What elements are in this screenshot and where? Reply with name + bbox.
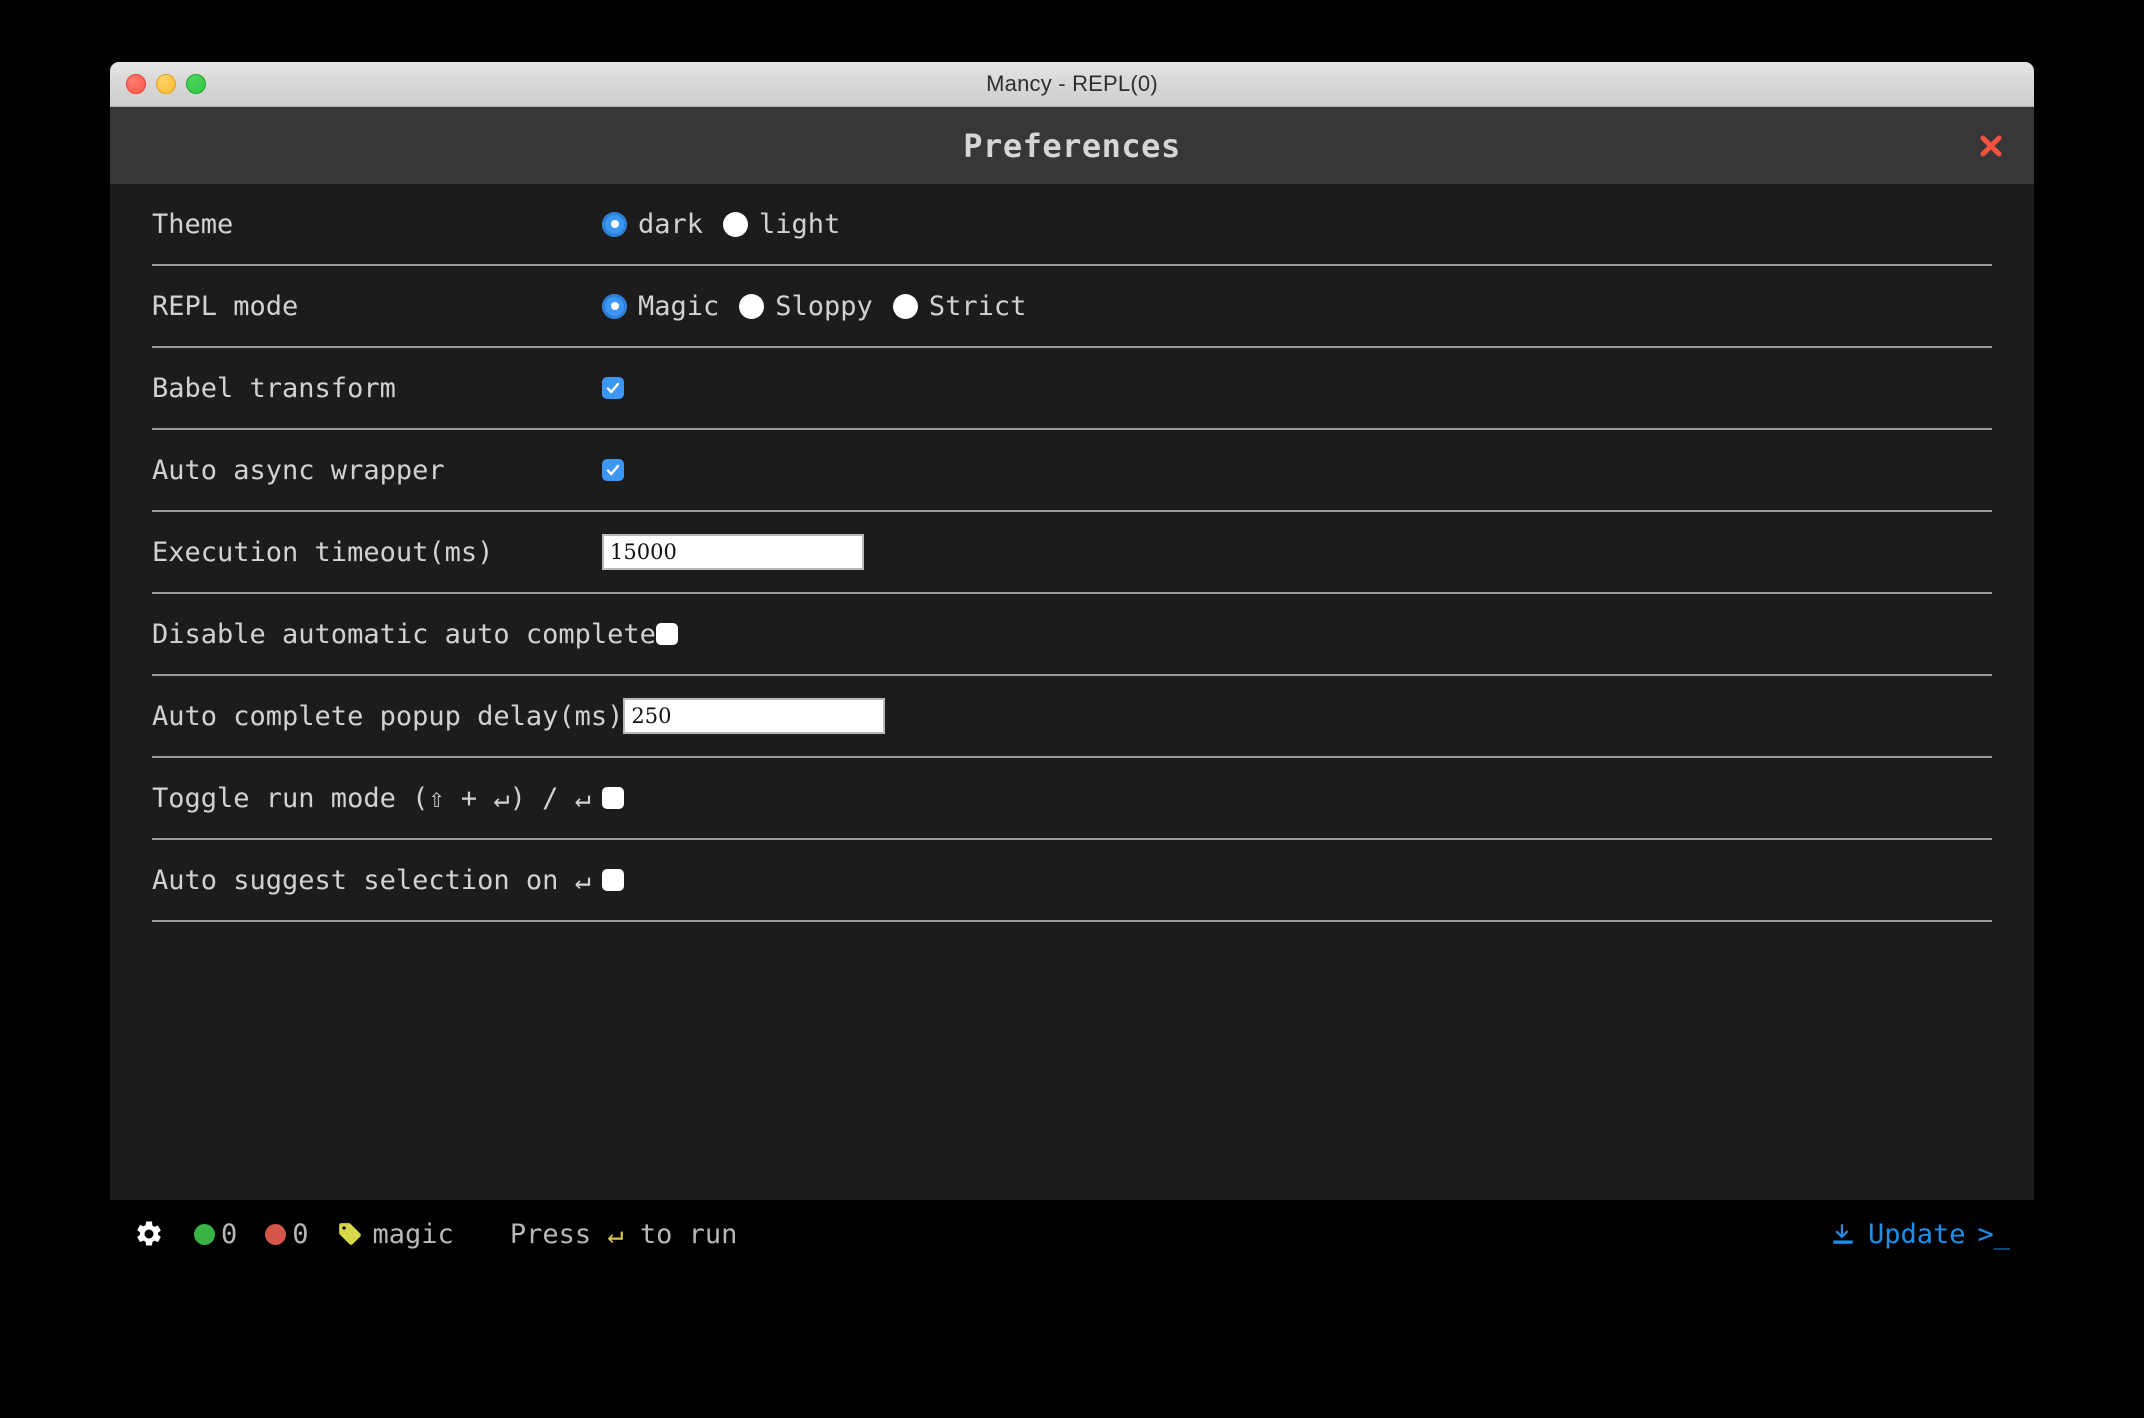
pref-label-toggle-run-mode: Toggle run mode (⇧ + ↵) / ↵ xyxy=(152,782,591,814)
pref-control-auto-async-wrapper xyxy=(602,459,1992,481)
pref-row-toggle-run-mode: Toggle run mode (⇧ + ↵) / ↵ xyxy=(152,758,1992,840)
radio-strict-icon[interactable] xyxy=(892,293,918,319)
settings-button[interactable] xyxy=(134,1219,164,1249)
theme-option-light-label: light xyxy=(759,208,841,240)
pref-control-toggle-run-mode xyxy=(602,787,1992,809)
error-dot-icon xyxy=(265,1223,287,1245)
mode-label: magic xyxy=(372,1218,454,1250)
repl-mode-option-strict[interactable]: Strict xyxy=(892,290,1027,322)
pref-row-auto-suggest-selection: Auto suggest selection on ↵ xyxy=(152,840,1992,922)
run-hint: Press ↵ to run xyxy=(510,1219,738,1250)
pref-row-auto-complete-delay: Auto complete popup delay(ms) xyxy=(152,676,1992,758)
app-window: Mancy - REPL(0) Preferences Theme dark l… xyxy=(110,62,2034,1200)
auto-async-wrapper-checkbox[interactable] xyxy=(602,459,624,481)
check-icon xyxy=(606,464,620,476)
download-icon-svg xyxy=(1833,1224,1853,1244)
radio-magic-icon[interactable] xyxy=(602,293,627,319)
disable-auto-complete-checkbox[interactable] xyxy=(655,623,678,645)
pref-label-auto-async-wrapper: Auto async wrapper xyxy=(152,454,445,486)
pref-label-disable-auto-complete: Disable automatic auto complete xyxy=(152,618,656,650)
status-bar-left: 0 0 magic Press ↵ to run xyxy=(134,1219,737,1250)
theme-radio-group: dark light xyxy=(602,209,840,240)
update-button[interactable]: Update >_ xyxy=(1830,1219,2010,1250)
pref-label-execution-timeout: Execution timeout(ms) xyxy=(152,536,494,568)
page-title: Preferences xyxy=(963,126,1181,165)
run-hint-suffix: to run xyxy=(623,1218,738,1250)
pref-label-babel-transform: Babel transform xyxy=(152,372,396,404)
pref-control-theme: dark light xyxy=(602,209,1992,240)
success-count: 0 xyxy=(221,1218,238,1250)
gear-icon xyxy=(137,1221,161,1246)
pref-row-theme: Theme dark light xyxy=(152,184,1992,266)
check-icon xyxy=(606,382,620,394)
mode-status[interactable]: magic xyxy=(337,1219,510,1250)
tag-icon xyxy=(337,1221,363,1247)
close-window-button[interactable] xyxy=(126,74,146,94)
pref-row-babel-transform: Babel transform xyxy=(152,348,1992,430)
repl-mode-option-sloppy-label: Sloppy xyxy=(775,290,873,322)
pref-row-execution-timeout: Execution timeout(ms) xyxy=(152,512,1992,594)
repl-mode-option-magic[interactable]: Magic xyxy=(602,291,719,322)
auto-complete-delay-input[interactable] xyxy=(623,698,886,734)
zoom-window-button[interactable] xyxy=(186,74,206,94)
error-status: 0 xyxy=(265,1219,336,1250)
os-titlebar: Mancy - REPL(0) xyxy=(110,62,2034,107)
radio-dark-icon[interactable] xyxy=(602,211,627,237)
pref-control-repl-mode: Magic Sloppy Strict xyxy=(602,291,1992,322)
close-icon xyxy=(1980,135,2002,156)
pref-label-auto-complete-delay: Auto complete popup delay(ms) xyxy=(152,700,624,732)
babel-transform-checkbox[interactable] xyxy=(602,377,624,399)
pref-label-auto-suggest-selection: Auto suggest selection on ↵ xyxy=(152,864,591,896)
success-dot-icon xyxy=(194,1223,215,1245)
repl-mode-radio-group: Magic Sloppy Strict xyxy=(602,291,1026,322)
execution-timeout-input[interactable] xyxy=(602,534,864,570)
toggle-run-mode-checkbox[interactable] xyxy=(602,787,624,809)
theme-option-light[interactable]: light xyxy=(723,209,840,240)
pref-label-theme: Theme xyxy=(152,208,234,240)
error-count: 0 xyxy=(292,1218,309,1250)
radio-sloppy-icon[interactable] xyxy=(739,293,765,319)
run-hint-prefix: Press xyxy=(509,1218,608,1250)
download-icon xyxy=(1830,1221,1856,1247)
pref-control-disable-auto-complete xyxy=(655,623,1992,645)
radio-light-icon[interactable] xyxy=(723,211,749,237)
close-preferences-button[interactable] xyxy=(1976,131,2006,161)
pref-control-auto-suggest-selection xyxy=(602,869,1992,891)
repl-mode-option-strict-label: Strict xyxy=(928,290,1027,322)
pref-control-auto-complete-delay xyxy=(623,698,1992,734)
repl-mode-option-sloppy[interactable]: Sloppy xyxy=(739,291,873,322)
pref-row-repl-mode: REPL mode Magic Sloppy Strict xyxy=(152,266,1992,348)
status-bar: 0 0 magic Press ↵ to run Update >_ xyxy=(110,1200,2034,1268)
pref-control-execution-timeout xyxy=(602,534,1992,570)
traffic-light-group xyxy=(126,62,206,106)
pref-control-babel-transform xyxy=(602,377,1992,399)
theme-option-dark[interactable]: dark xyxy=(602,209,703,240)
pref-row-disable-auto-complete: Disable automatic auto complete xyxy=(152,594,1992,676)
auto-suggest-selection-checkbox[interactable] xyxy=(602,869,624,891)
update-label: Update xyxy=(1867,1218,1966,1250)
theme-option-dark-label: dark xyxy=(638,208,704,240)
repl-mode-option-magic-label: Magic xyxy=(638,290,720,322)
preferences-list: Theme dark light REPL mode Magic Sloppy … xyxy=(110,184,2034,1200)
pref-row-auto-async-wrapper: Auto async wrapper xyxy=(152,430,1992,512)
success-status: 0 xyxy=(194,1219,265,1250)
terminal-prompt-icon: >_ xyxy=(1977,1218,2010,1250)
tag-icon-svg xyxy=(338,1223,361,1245)
pref-label-repl-mode: REPL mode xyxy=(152,290,299,322)
window-title: Mancy - REPL(0) xyxy=(986,71,1158,96)
minimize-window-button[interactable] xyxy=(156,74,176,94)
return-key-icon: ↵ xyxy=(607,1218,624,1250)
preferences-header: Preferences xyxy=(110,107,2034,184)
